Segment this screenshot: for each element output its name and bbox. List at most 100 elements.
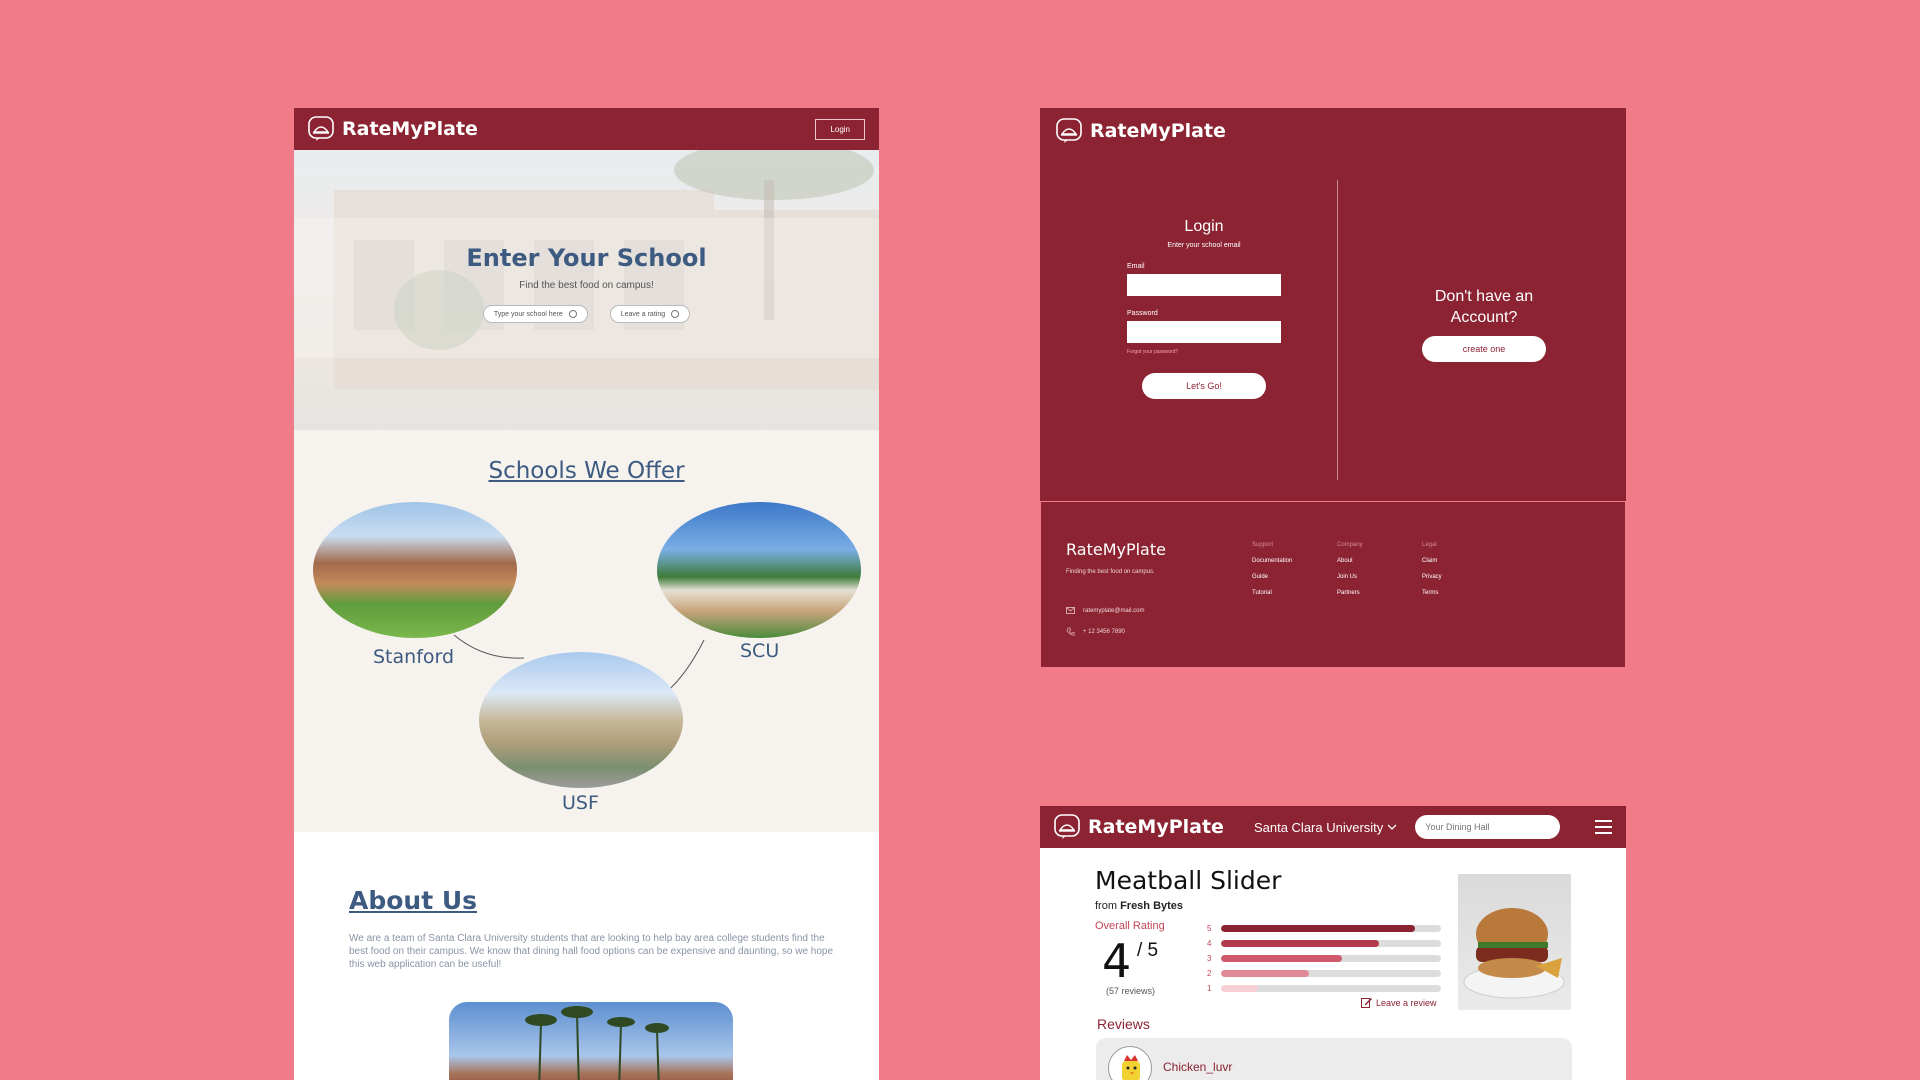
dish-location: from Fresh Bytes [1095,900,1184,912]
dish-photo [1458,874,1571,1010]
login-button[interactable]: Login [815,118,865,140]
about-text: We are a team of Santa Clara University … [349,933,834,970]
school-search-input[interactable]: Type your school here [482,305,588,323]
food-detail-frame: RateMyPlate Santa Clara University Meatb… [1040,806,1626,1080]
slider-illustration [1463,908,1565,999]
hero-title: Enter Your School [466,244,707,272]
chicken-avatar-icon [1122,1055,1140,1080]
rating-bar-track [1221,970,1441,977]
plate-logo-icon [308,116,334,141]
leave-review-button[interactable]: Leave a review [1361,997,1437,1008]
campus-photo [449,1002,733,1080]
chevron-down-icon [1387,824,1397,830]
login-page-frame: RateMyPlate Login Enter your school emai… [1040,108,1626,501]
star-label: 5 [1207,924,1212,933]
footer-link[interactable]: About [1337,558,1363,564]
submit-login-button[interactable]: Let's Go! [1142,373,1266,399]
footer-brand: RateMyPlate [1066,540,1166,559]
star-label: 2 [1207,969,1212,978]
leave-rating-button[interactable]: Leave a rating [609,305,691,323]
star-label: 1 [1207,984,1212,993]
no-account-text: Don't have an Account? [1434,288,1534,326]
divider [1337,180,1338,480]
footer-link[interactable]: Partners [1337,590,1363,596]
home-page-frame: RateMyPlate Login Enter Your School Find… [294,108,879,1080]
hero-section: Enter Your School Find the best food on … [294,150,879,430]
create-account-button[interactable]: create one [1422,336,1546,362]
brand-name: RateMyPlate [1088,816,1224,838]
school-name-usf[interactable]: USF [562,792,599,814]
about-title: About Us [349,886,478,915]
login-subtitle: Enter your school email [1167,242,1241,249]
dining-hall-input[interactable] [1415,815,1561,839]
login-form: Login Enter your school email Email Pass… [1127,218,1281,399]
rating-bar-row: 3 [1207,951,1441,966]
footer-link[interactable]: Privacy [1422,574,1442,580]
menu-icon[interactable] [1595,820,1612,834]
rating-bar-row: 5 [1207,921,1441,936]
phone-icon [1066,627,1075,636]
brand-logo[interactable]: RateMyPlate [1054,814,1224,840]
scu-image[interactable] [657,502,861,638]
food-navbar: RateMyPlate Santa Clara University [1040,806,1626,848]
rating-bar-fill [1221,985,1259,992]
email-label: Email [1127,263,1145,270]
stanford-image[interactable] [313,502,517,638]
password-field[interactable] [1127,321,1281,343]
info-icon [568,310,577,318]
footer-link[interactable]: Claim [1422,558,1442,564]
rating-bar-track [1221,955,1441,962]
footer-column-legal: Legal Claim Privacy Terms [1422,542,1442,596]
usf-image[interactable] [479,652,683,788]
hero-subtitle: Find the best food on campus! [519,280,654,291]
schools-section: Schools We Offer Stanford SCU USF [294,430,879,832]
rating-distribution: 5 4 3 2 1 [1207,921,1441,996]
rating-bar-fill [1221,970,1309,977]
school-name-stanford[interactable]: Stanford [373,646,454,668]
home-navbar: RateMyPlate Login [294,108,879,150]
about-section: About Us We are a team of Santa Clara Un… [294,832,879,1080]
brand-logo[interactable]: RateMyPlate [1056,118,1226,144]
star-label: 3 [1207,954,1212,963]
rating-bar-row: 1 [1207,981,1441,996]
footer-email[interactable]: ratemyplate@mail.com [1066,607,1144,614]
footer-link[interactable]: Documentation [1252,558,1292,564]
footer-column-support: Support Documentation Guide Tutorial [1252,542,1293,596]
login-title: Login [1184,218,1224,235]
rating-bar-row: 2 [1207,966,1441,981]
footer-link[interactable]: Join Us [1337,574,1363,580]
rating-score: 4 [1102,934,1132,988]
rating-bar-fill [1221,925,1415,932]
overall-rating-label: Overall Rating [1095,920,1165,932]
info-icon [671,310,680,318]
rating-bar-track [1221,940,1441,947]
email-field[interactable] [1127,274,1281,296]
signup-panel: Don't have an Account? create one [1410,286,1558,362]
footer-link[interactable]: Guide [1252,574,1292,580]
rating-bar-track [1221,985,1441,992]
plate-logo-icon [1056,118,1082,143]
school-select[interactable]: Santa Clara University [1254,820,1397,835]
star-label: 4 [1207,939,1212,948]
brand-logo[interactable]: RateMyPlate [308,116,478,142]
reviews-title: Reviews [1097,1016,1150,1032]
footer-link[interactable]: Terms [1422,590,1442,596]
brand-name: RateMyPlate [1090,120,1226,142]
footer-column-company: Company About Join Us Partners [1337,542,1363,596]
rating-bar-fill [1221,940,1380,947]
footer-frame: RateMyPlate Finding the best food on cam… [1041,502,1625,667]
edit-icon [1361,998,1372,1008]
reviewer-name[interactable]: Chicken_luvr [1163,1060,1232,1074]
password-label: Password [1127,310,1158,317]
footer-tagline: Finding the best food on campus. [1066,569,1155,575]
palm-trees-illustration [525,1006,669,1080]
school-name-scu[interactable]: SCU [740,640,779,662]
footer-link[interactable]: Tutorial [1252,590,1292,596]
footer-phone[interactable]: + 12 3456 7890 [1066,627,1125,636]
forgot-password-link[interactable]: Forgot your password? [1127,349,1281,355]
rating-scale: / 5 [1137,940,1159,961]
avatar [1108,1046,1152,1080]
review-card: Chicken_luvr [1096,1038,1572,1080]
rating-bar-track [1221,925,1441,932]
dish-title: Meatball Slider [1095,866,1282,895]
